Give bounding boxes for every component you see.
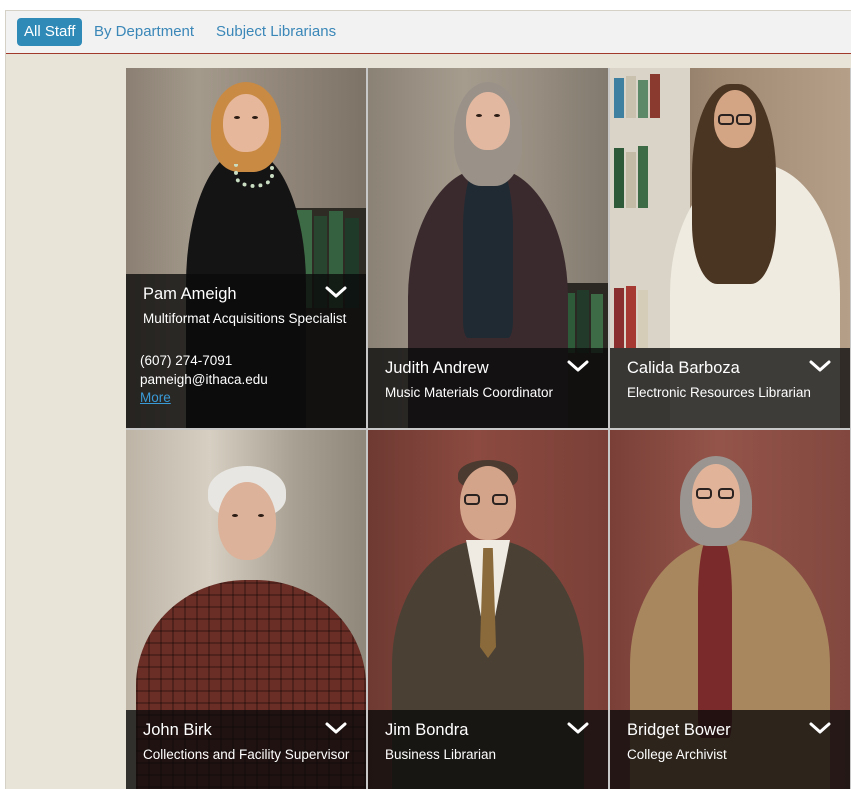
staff-title: Multiformat Acquisitions Specialist — [143, 311, 347, 326]
staff-info-panel: Pam Ameigh Multiformat Acquisitions Spec… — [126, 274, 366, 428]
staff-name: Jim Bondra — [385, 721, 469, 739]
staff-info-panel: John Birk Collections and Facility Super… — [126, 710, 366, 789]
staff-info-panel: Jim Bondra Business Librarian — [368, 710, 608, 789]
staff-grid: Pam Ameigh Multiformat Acquisitions Spec… — [126, 68, 851, 789]
tab-bar: All Staff By Department Subject Libraria… — [6, 11, 851, 54]
chevron-down-icon[interactable] — [566, 358, 590, 374]
staff-title: Music Materials Coordinator — [385, 385, 554, 400]
staff-card-judith-andrew[interactable]: Judith Andrew Music Materials Coordinato… — [368, 68, 608, 428]
more-link[interactable]: More — [140, 390, 171, 405]
staff-card-calida-barboza[interactable]: Calida Barboza Electronic Resources Libr… — [610, 68, 850, 428]
tab-subject-librarians[interactable]: Subject Librarians — [216, 18, 336, 46]
chevron-down-icon[interactable] — [808, 358, 832, 374]
chevron-up-icon[interactable] — [324, 284, 348, 300]
staff-name: Judith Andrew — [385, 359, 489, 377]
staff-name: John Birk — [143, 721, 212, 739]
staff-info-panel: Judith Andrew Music Materials Coordinato… — [368, 348, 608, 428]
staff-phone: (607) 274-7091 — [140, 353, 233, 368]
staff-card-bridget-bower[interactable]: Bridget Bower College Archivist — [610, 430, 850, 789]
staff-title: Collections and Facility Supervisor — [143, 747, 350, 762]
staff-title: Electronic Resources Librarian — [627, 385, 811, 400]
chevron-down-icon[interactable] — [324, 720, 348, 736]
staff-name: Pam Ameigh — [143, 285, 237, 303]
staff-title: Business Librarian — [385, 747, 497, 762]
chevron-down-icon[interactable] — [808, 720, 832, 736]
staff-info-panel: Calida Barboza Electronic Resources Libr… — [610, 348, 850, 428]
staff-card-john-birk[interactable]: John Birk Collections and Facility Super… — [126, 430, 366, 789]
chevron-down-icon[interactable] — [566, 720, 590, 736]
staff-card-pam-ameigh[interactable]: Pam Ameigh Multiformat Acquisitions Spec… — [126, 68, 366, 428]
staff-name: Calida Barboza — [627, 359, 740, 377]
staff-directory-frame: All Staff By Department Subject Libraria… — [5, 10, 851, 789]
staff-title: College Archivist — [627, 747, 727, 762]
staff-email: pameigh@ithaca.edu — [140, 372, 268, 387]
staff-name: Bridget Bower — [627, 721, 731, 739]
staff-card-jim-bondra[interactable]: Jim Bondra Business Librarian — [368, 430, 608, 789]
tab-all-staff[interactable]: All Staff — [17, 18, 83, 46]
tab-by-department[interactable]: By Department — [94, 18, 194, 46]
staff-info-panel: Bridget Bower College Archivist — [610, 710, 850, 789]
